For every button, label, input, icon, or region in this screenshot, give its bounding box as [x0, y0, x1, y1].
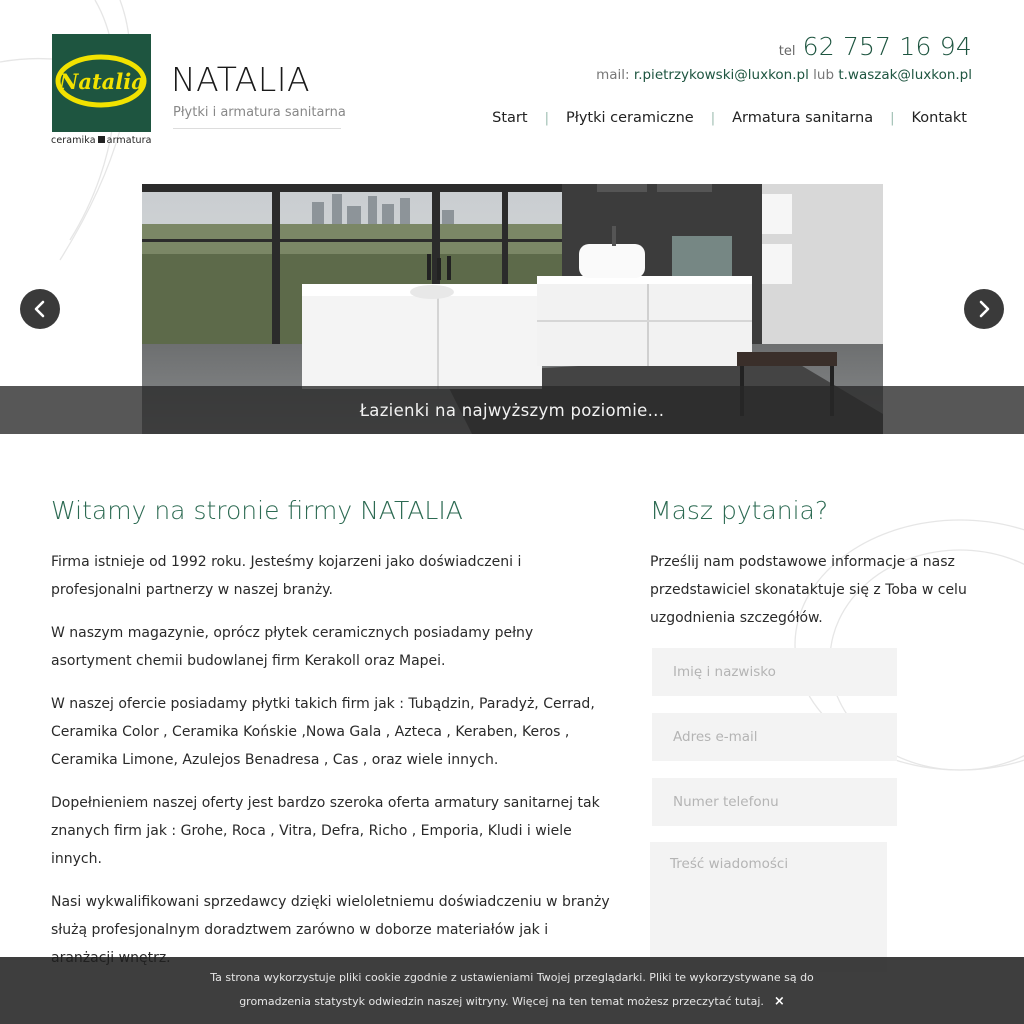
cookie-banner: Ta strona wykorzystuje pliki cookie zgod…: [0, 957, 1024, 1024]
nav-item-armatura-sanitarna[interactable]: Armatura sanitarna: [730, 110, 875, 126]
logo-text: Natalia: [58, 69, 145, 94]
contact-form-intro: Prześlij nam podstawowe informacje a nas…: [650, 554, 967, 626]
nav-item-kontakt[interactable]: Kontakt: [909, 110, 969, 126]
nav-item-start[interactable]: Start: [490, 110, 529, 126]
brand-divider: [173, 128, 341, 129]
message-field[interactable]: [650, 842, 887, 972]
mail-prefix: mail:: [596, 67, 630, 83]
paragraph-1: Firma istnieje od 1992 roku. Jesteśmy ko…: [51, 554, 522, 598]
chevron-right-icon: [979, 300, 990, 318]
name-field[interactable]: [652, 648, 897, 696]
nav-separator: |: [710, 110, 716, 126]
mail-contact: mail: r.pietrzykowski@luxkon.pl lub t.wa…: [596, 67, 972, 83]
paragraph-2: W naszym magazynie, oprócz płytek cerami…: [51, 625, 534, 669]
email-link-1[interactable]: r.pietrzykowski@luxkon.pl: [634, 67, 809, 83]
close-icon[interactable]: ×: [774, 990, 785, 1014]
mail-or: lub: [813, 67, 835, 83]
paragraph-3: W naszej ofercie posiadamy płytki takich…: [51, 696, 595, 768]
square-icon: [97, 136, 105, 143]
main-nav: Start | Płytki ceramiczne | Armatura san…: [490, 110, 969, 126]
cookie-text-line-2-wrap: gromadzenia statystyk odwiedzin naszej w…: [0, 990, 1024, 1014]
main-content: Firma istnieje od 1992 roku. Jesteśmy ko…: [51, 548, 611, 987]
nav-item-plytki-ceramiczne[interactable]: Płytki ceramiczne: [564, 110, 696, 126]
logo-tagline-left: ceramika: [51, 135, 96, 146]
logo-tagline-right: armatura: [106, 135, 152, 146]
phone-contact: tel 62 757 16 94: [779, 32, 972, 61]
slide-caption-bar: Łazienki na najwyższym poziomie...: [0, 386, 1024, 434]
email-link-2[interactable]: t.waszak@luxkon.pl: [838, 67, 972, 83]
slide-caption: Łazienki na najwyższym poziomie...: [359, 400, 665, 420]
logo-tagline: ceramika armatura: [51, 135, 152, 146]
paragraph-4: Dopełnieniem naszej oferty jest bardzo s…: [51, 795, 600, 867]
cookie-text-line-2: gromadzenia statystyk odwiedzin naszej w…: [239, 995, 764, 1008]
brand-name: NATALIA: [171, 60, 311, 99]
cookie-text-line-1: Ta strona wykorzystuje pliki cookie zgod…: [210, 971, 814, 984]
brand-subtitle: Płytki i armatura sanitarna: [173, 105, 346, 120]
logo-emblem: Natalia: [55, 54, 147, 108]
nav-separator: |: [544, 110, 549, 126]
hero-slider: Łazienki na najwyższym poziomie...: [0, 184, 1024, 434]
page-title: Witamy na stronie firmy NATALIA: [51, 496, 463, 525]
logo[interactable]: Natalia: [52, 34, 151, 132]
email-field[interactable]: [652, 713, 897, 761]
chevron-left-icon: [34, 300, 45, 318]
slider-next-button[interactable]: [964, 289, 1004, 329]
phone-field[interactable]: [652, 778, 897, 826]
nav-separator: |: [890, 110, 895, 126]
contact-form-title: Masz pytania?: [650, 496, 829, 525]
phone-number-link[interactable]: 62 757 16 94: [803, 32, 972, 61]
slider-prev-button[interactable]: [20, 289, 60, 329]
tel-prefix: tel: [778, 44, 796, 59]
